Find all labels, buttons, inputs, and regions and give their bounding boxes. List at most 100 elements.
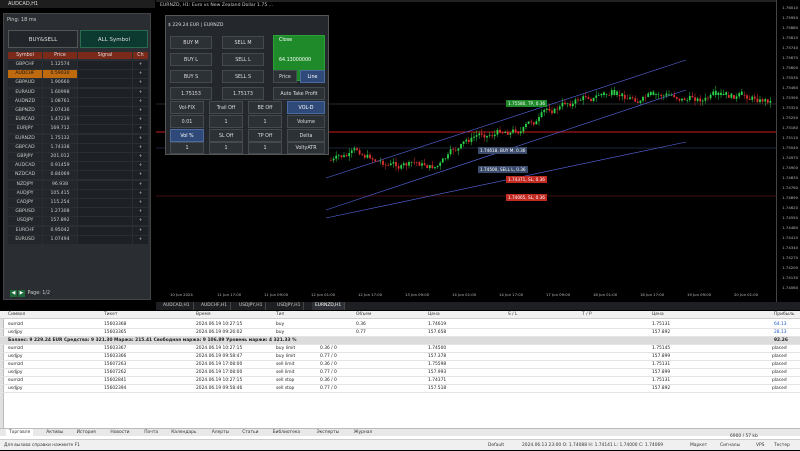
symbol-name[interactable]: AUDJPY: [8, 189, 42, 198]
col-volume[interactable]: Объем: [356, 311, 371, 319]
order-row[interactable]: eurnzd 15607263 2024.06.19 17:08:00 sell li…: [0, 361, 800, 369]
add-chart-button[interactable]: +: [133, 180, 148, 189]
col-sl[interactable]: S / L: [508, 311, 518, 319]
symbol-row[interactable]: GBPJPY 201.012 +: [8, 153, 148, 161]
sl-off-button[interactable]: SL Off: [209, 129, 243, 142]
order-row[interactable]: eurnzd 15603367 2024.06.19 10:27:15 buy lim…: [0, 345, 800, 353]
terminal-tab[interactable]: Активы: [43, 429, 66, 437]
symbol-row[interactable]: NZDCAD 0.84069 +: [8, 171, 148, 180]
col-price[interactable]: Цена: [428, 311, 440, 319]
add-chart-button[interactable]: +: [133, 199, 148, 207]
symbol-row[interactable]: EURUSD 1.07494 +: [8, 235, 148, 244]
terminal-tab[interactable]: Журнал: [351, 429, 375, 437]
symbol-name[interactable]: USDJPY: [8, 217, 42, 226]
sell-s-button[interactable]: SELL S: [222, 70, 264, 83]
trail-input[interactable]: 1: [209, 115, 243, 128]
symbol-row[interactable]: EURCAD 1.47239 +: [8, 116, 148, 125]
sell-m-button[interactable]: SELL M: [222, 36, 264, 49]
buy-s-button[interactable]: BUY S: [170, 70, 212, 83]
symbol-row[interactable]: GBPUSD 1.27308 +: [8, 208, 148, 217]
symbol-name[interactable]: GBPUSD: [8, 208, 42, 217]
symbol-name[interactable]: GBPCAD: [8, 143, 42, 152]
chart-tab[interactable]: EURNZD,H1: [312, 302, 346, 310]
symbol-name[interactable]: CADJPY: [8, 199, 42, 207]
add-chart-button[interactable]: +: [133, 97, 148, 106]
add-chart-button[interactable]: +: [133, 226, 148, 235]
price-button[interactable]: Price: [273, 70, 297, 83]
col-cur-price[interactable]: Цена: [652, 311, 664, 319]
line-button[interactable]: Line: [300, 70, 325, 83]
add-chart-button[interactable]: +: [133, 153, 148, 161]
bid-price[interactable]: 1.75153: [170, 87, 212, 100]
add-chart-button[interactable]: +: [133, 125, 148, 134]
auto-take-profit-button[interactable]: Auto Take Profit: [273, 87, 325, 100]
symbol-name[interactable]: EURCAD: [8, 116, 42, 125]
buy-l-button[interactable]: BUY L: [170, 53, 212, 66]
sell-l-button[interactable]: SELL L: [222, 53, 264, 66]
symbol-row[interactable]: GBPCAD 1.74338 +: [8, 143, 148, 152]
symbol-row[interactable]: EURAUD 1.60998 +: [8, 88, 148, 97]
symbol-row[interactable]: USDJPY 157.892 +: [8, 217, 148, 226]
prev-page-button[interactable]: ◀: [10, 290, 17, 297]
order-row[interactable]: usdjpy 15607262 2024.06.19 17:08:00 sell li…: [0, 369, 800, 377]
symbol-name[interactable]: AUDCHF: [8, 70, 42, 79]
add-chart-button[interactable]: +: [133, 235, 148, 244]
chart-tab[interactable]: USDJPY,H1: [236, 302, 267, 310]
add-chart-button[interactable]: +: [133, 143, 148, 152]
symbol-name[interactable]: GBPAUD: [8, 79, 42, 88]
terminal-tab[interactable]: Алерты: [209, 429, 232, 437]
add-chart-button[interactable]: +: [133, 107, 148, 115]
symbol-name[interactable]: GBPJPY: [8, 153, 42, 161]
sl-input[interactable]: 1: [209, 142, 243, 154]
add-chart-button[interactable]: +: [133, 70, 148, 79]
order-row[interactable]: eurnzd 15602841 2024.06.19 10:27:15 sell st…: [0, 377, 800, 385]
ask-price[interactable]: 1.75173: [222, 87, 264, 100]
symbol-row[interactable]: GBPNZD 2.07436 +: [8, 107, 148, 115]
terminal-tab[interactable]: Почта: [141, 429, 161, 437]
symbol-name[interactable]: AUDNZD: [8, 97, 42, 106]
col-type[interactable]: Тип: [276, 311, 284, 319]
order-row[interactable]: usdjpy 15603366 2024.06.19 09:58:47 buy lim…: [0, 353, 800, 361]
be-off-button[interactable]: BE Off: [248, 101, 282, 114]
order-label[interactable]: 1.74371, SL, 0.36: [506, 176, 547, 183]
add-chart-button[interactable]: +: [133, 189, 148, 198]
symbol-row[interactable]: GBPAUD 1.90660 +: [8, 79, 148, 88]
tp-input[interactable]: 1: [248, 142, 282, 154]
order-label[interactable]: 1.74065, SL, 0.36: [506, 194, 547, 201]
tester-button[interactable]: Тестер: [774, 440, 790, 451]
symbol-row[interactable]: AUDCHF 0.59030 +: [8, 70, 148, 79]
position-row[interactable]: usdjpy 15603365 2024.06.19 09:26:02 buy 0.77…: [0, 329, 800, 337]
buysell-button[interactable]: BUY&SELL: [8, 30, 78, 48]
symbol-row[interactable]: EURJPY 169.712 +: [8, 125, 148, 134]
chart-tab[interactable]: AUDCHF,H1: [198, 302, 231, 310]
symbol-name[interactable]: NZDJPY: [8, 180, 42, 189]
terminal-tab[interactable]: История: [74, 429, 99, 437]
pct-input[interactable]: 1: [170, 142, 204, 154]
terminal-tab[interactable]: Статьи: [239, 429, 261, 437]
buy-m-button[interactable]: BUY M: [170, 36, 212, 49]
terminal-tab[interactable]: Календарь: [168, 429, 199, 437]
order-label[interactable]: 1.74500, SELL L, 0.36: [478, 166, 528, 173]
chart-tab[interactable]: AUDCAD,H1: [160, 302, 194, 310]
be-input[interactable]: 1: [248, 115, 282, 128]
symbol-row[interactable]: AUDJPY 105.415 +: [8, 189, 148, 198]
symbol-row[interactable]: EURNZD 1.75132 +: [8, 134, 148, 143]
col-ticket[interactable]: Тикет: [104, 311, 117, 319]
chart-tab[interactable]: USDJPY,H1: [274, 302, 305, 310]
volume-input[interactable]: 0.01: [170, 115, 204, 128]
symbol-name[interactable]: EURUSD: [8, 235, 42, 244]
symbol-name[interactable]: EURCHF: [8, 226, 42, 235]
add-chart-button[interactable]: +: [133, 217, 148, 226]
symbol-name[interactable]: NZDCAD: [8, 171, 42, 180]
col-tp[interactable]: T / P: [582, 311, 592, 319]
order-row[interactable]: usdjpy 15602394 2024.06.19 09:58:46 sell st…: [0, 385, 800, 393]
symbol-name[interactable]: EURAUD: [8, 88, 42, 97]
symbol-row[interactable]: AUDCAD 0.91459 +: [8, 162, 148, 171]
add-chart-button[interactable]: +: [133, 116, 148, 125]
add-chart-button[interactable]: +: [133, 79, 148, 88]
position-row[interactable]: eurnzd 15603368 2024.06.19 10:27:15 buy 0.36…: [0, 321, 800, 329]
all-symbol-button[interactable]: ALL Symbol: [80, 30, 148, 48]
symbol-name[interactable]: AUDCAD: [8, 162, 42, 171]
col-symbol[interactable]: Символ: [8, 311, 25, 319]
vol-pct-button[interactable]: Vol %: [170, 129, 204, 142]
